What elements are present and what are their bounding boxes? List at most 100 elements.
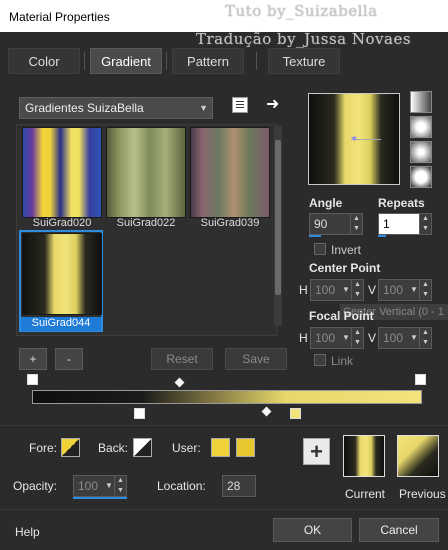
opacity-value: 100	[78, 479, 99, 493]
center-h-value: 100	[315, 283, 336, 297]
transparency-stop-right[interactable]	[415, 374, 426, 385]
dropdown-arrow-icon[interactable]: ▼	[341, 328, 351, 348]
angle-value: 90	[314, 217, 328, 231]
center-h-spinbox[interactable]: 100 ▼ ▲ ▼	[310, 279, 364, 301]
focal-v-spinbox[interactable]: 100 ▼ ▲ ▼	[378, 327, 432, 349]
spin-arrows-icon[interactable]: ▲ ▼	[351, 328, 363, 348]
ok-button[interactable]: OK	[273, 518, 352, 542]
back-color-swatch[interactable]	[133, 438, 152, 457]
focal-h-spinbox[interactable]: 100 ▼ ▲ ▼	[310, 327, 364, 349]
repeats-spinbox[interactable]: 1 ▲ ▼	[378, 213, 432, 235]
help-link[interactable]: Help	[15, 525, 40, 539]
fore-label: Fore:	[29, 441, 58, 455]
spin-arrows-icon[interactable]: ▲ ▼	[351, 280, 363, 300]
focal-h-label: H	[299, 331, 308, 345]
focal-point-label: Focal Point	[309, 309, 374, 323]
previous-label: Previous	[399, 487, 446, 501]
center-v-label: V	[368, 283, 377, 297]
gradient-list-icon[interactable]	[232, 97, 248, 113]
center-point-label: Center Point	[309, 261, 381, 275]
focal-h-value: 100	[315, 331, 336, 345]
repeats-slider-indicator[interactable]	[378, 235, 386, 237]
spin-arrows-icon[interactable]: ▲ ▼	[419, 280, 431, 300]
focal-v-value: 100	[383, 331, 404, 345]
spin-arrows-icon[interactable]: ▲ ▼	[419, 214, 431, 234]
current-label: Current	[345, 487, 386, 501]
tab-gradient[interactable]: Gradient	[90, 48, 162, 74]
color-stop-black[interactable]	[134, 408, 145, 419]
remove-stop-button[interactable]: -	[55, 348, 83, 370]
swatch-suigrad044[interactable]	[22, 233, 102, 315]
cancel-button[interactable]: Cancel	[359, 518, 439, 542]
previous-swatch[interactable]	[397, 435, 439, 477]
swatch-label: SuiGrad020	[32, 217, 92, 229]
swatch-suigrad020[interactable]	[22, 127, 102, 218]
user-color-swatch-2[interactable]	[236, 438, 255, 457]
spin-arrows-icon[interactable]: ▲ ▼	[419, 328, 431, 348]
invert-checkbox[interactable]	[314, 243, 326, 255]
crosshair-icon[interactable]: ✶	[350, 134, 358, 145]
color-stop-yellow[interactable]	[290, 408, 301, 419]
dropdown-arrow-icon[interactable]: ▼	[104, 476, 114, 496]
dropdown-arrow-icon[interactable]: ▼	[341, 280, 351, 300]
gradient-library-value: Gradientes SuizaBella	[25, 101, 144, 115]
tab-texture[interactable]: Texture	[268, 48, 340, 74]
gradient-preview[interactable]: ✶	[308, 93, 400, 185]
scrollbar-thumb[interactable]	[275, 140, 281, 295]
center-h-label: H	[299, 283, 308, 297]
user-label: User:	[172, 441, 201, 455]
dropdown-arrow-icon[interactable]: ▼	[409, 328, 419, 348]
invert-label: Invert	[331, 243, 362, 257]
tab-pattern[interactable]: Pattern	[172, 48, 244, 74]
link-checkbox[interactable]	[314, 354, 326, 366]
repeats-value: 1	[383, 217, 390, 231]
tab-color[interactable]: Color	[8, 48, 80, 74]
current-swatch[interactable]	[343, 435, 385, 477]
watermark-line-1: Tuto by_Suizabella	[225, 2, 378, 20]
location-field[interactable]: 28	[222, 475, 256, 497]
opacity-label: Opacity:	[13, 479, 58, 493]
angle-spinbox[interactable]: 90 ▲ ▼	[309, 213, 363, 235]
swatch-label: SuiGrad022	[116, 217, 176, 229]
save-button[interactable]: Save	[225, 348, 287, 370]
location-value: 28	[227, 479, 241, 493]
window-title: Material Properties	[9, 10, 110, 24]
section-divider	[0, 425, 448, 426]
swatch-suigrad022[interactable]	[106, 127, 186, 218]
rectangular-icon[interactable]	[410, 116, 432, 138]
title-bar: Material Properties	[0, 0, 448, 32]
location-label: Location:	[157, 479, 206, 493]
spin-arrows-icon[interactable]: ▲ ▼	[350, 214, 362, 234]
opacity-spinbox[interactable]: 100 ▼ ▲ ▼	[73, 475, 127, 497]
dropdown-arrow-icon[interactable]: ▼	[409, 280, 419, 300]
gradient-editor-bar[interactable]	[32, 390, 422, 404]
fore-color-swatch[interactable]	[61, 438, 80, 457]
tab-bar: Color Gradient Pattern Texture	[0, 48, 448, 78]
swatch-label: SuiGrad039	[200, 217, 260, 229]
repeats-label: Repeats	[378, 196, 425, 210]
transparency-midpoint[interactable]	[174, 377, 185, 388]
arrow-right-icon[interactable]: ➜	[266, 94, 279, 114]
transparency-stop-left[interactable]	[27, 374, 38, 385]
sunburst-icon[interactable]	[410, 141, 432, 163]
opacity-slider-indicator[interactable]	[73, 497, 127, 499]
angle-slider-indicator[interactable]	[309, 235, 321, 237]
gradient-library-dropdown[interactable]: Gradientes SuizaBella ▼	[19, 97, 213, 119]
tab-separator	[256, 52, 257, 70]
spin-arrows-icon[interactable]: ▲ ▼	[114, 476, 126, 496]
radial-icon[interactable]	[410, 166, 432, 188]
color-midpoint[interactable]	[261, 406, 272, 417]
swatch-suigrad039[interactable]	[190, 127, 270, 218]
focal-v-label: V	[368, 331, 377, 345]
reset-button[interactable]: Reset	[151, 348, 213, 370]
add-to-swatches-button[interactable]: +	[303, 438, 330, 465]
angle-label: Angle	[309, 196, 343, 210]
linear-icon[interactable]	[410, 91, 432, 113]
user-color-swatch[interactable]	[211, 438, 230, 457]
chevron-down-icon: ▼	[199, 103, 208, 113]
center-v-spinbox[interactable]: 100 ▼ ▲ ▼	[378, 279, 432, 301]
back-label: Back:	[98, 441, 129, 455]
link-label: Link	[331, 354, 354, 368]
footer-divider	[0, 509, 448, 510]
add-stop-button[interactable]: +	[19, 348, 47, 370]
